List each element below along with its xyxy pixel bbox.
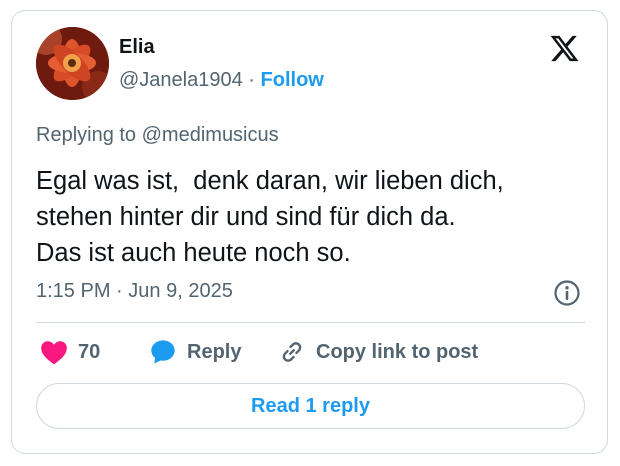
read-replies-button[interactable]: Read 1 reply: [36, 383, 585, 429]
divider: [36, 322, 585, 323]
handle-row: @Janela1904 · Follow: [119, 69, 324, 92]
flower-avatar-icon: [36, 27, 109, 100]
heart-icon: [41, 341, 67, 365]
timestamp[interactable]: 1:15 PM · Jun 9, 2025: [36, 280, 233, 303]
info-icon[interactable]: [553, 279, 581, 307]
tweet-time: 1:15 PM: [36, 280, 111, 302]
action-bar: 70 Reply Copy link to post: [40, 337, 580, 367]
link-icon: [282, 342, 302, 362]
copy-link-button[interactable]: Copy link to post: [278, 337, 478, 367]
replying-to: Replying to @medimusicus: [36, 124, 279, 147]
separator: ·: [116, 280, 123, 302]
reply-bubble-icon: [151, 340, 175, 364]
separator: ·: [248, 69, 255, 91]
replying-prefix: Replying to: [36, 124, 142, 146]
copy-link-label: Copy link to post: [316, 340, 479, 363]
x-logo-icon[interactable]: [549, 33, 580, 64]
tweet-date: Jun 9, 2025: [128, 280, 233, 302]
avatar[interactable]: [36, 27, 109, 100]
replying-target[interactable]: @medimusicus: [142, 124, 279, 146]
reply-label: Reply: [187, 340, 242, 363]
user-name[interactable]: Elia: [119, 36, 155, 59]
tweet-card: Elia @Janela1904 · Follow Replying to @m…: [11, 10, 608, 454]
reply-button[interactable]: Reply: [149, 337, 241, 367]
tweet-text: Egal was ist, denk daran, wir lieben dic…: [36, 163, 596, 271]
follow-button[interactable]: Follow: [261, 69, 324, 91]
like-count: 70: [78, 340, 101, 363]
like-button[interactable]: 70: [40, 337, 100, 367]
tweet-line: Egal was ist, denk daran, wir lieben dic…: [36, 167, 504, 195]
tweet-line: stehen hinter dir und sind für dich da.: [36, 203, 456, 231]
user-handle[interactable]: @Janela1904: [119, 69, 243, 91]
tweet-line: Das ist auch heute noch so.: [36, 239, 351, 267]
